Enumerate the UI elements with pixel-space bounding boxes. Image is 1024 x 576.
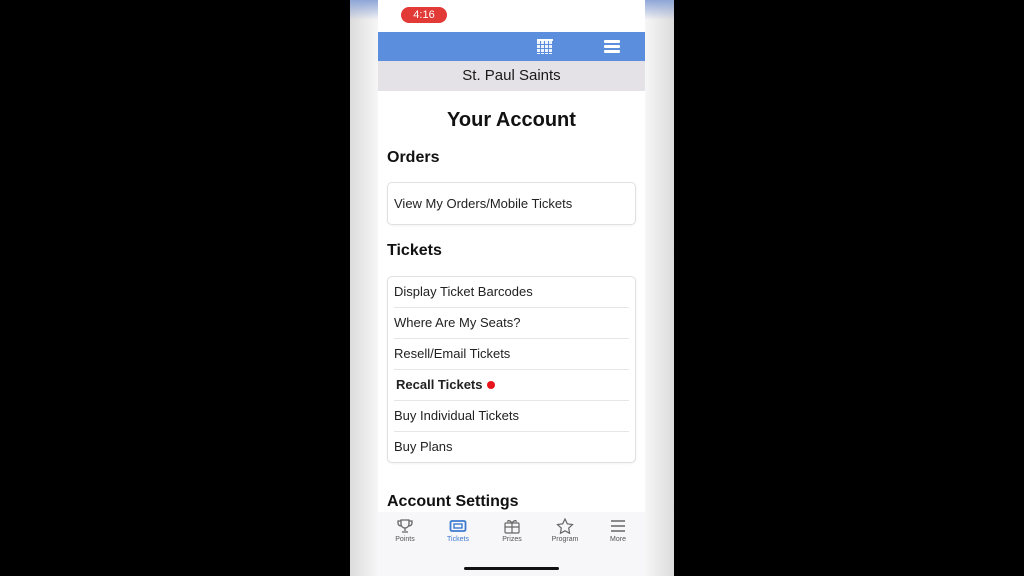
app-screen: 4:16 St. Paul Saints Your Account Orders… <box>378 0 645 576</box>
recall-tickets-link[interactable]: Recall Tickets <box>394 370 629 401</box>
gift-icon <box>504 520 520 534</box>
tab-prizes[interactable]: Prizes <box>487 518 537 543</box>
phone-frame: 4:16 St. Paul Saints Your Account Orders… <box>350 0 674 576</box>
orders-section-title: Orders <box>387 149 440 166</box>
home-indicator[interactable] <box>464 567 559 570</box>
page-title: Your Account <box>447 109 576 131</box>
top-nav-bar <box>378 32 645 61</box>
tab-program[interactable]: Program <box>540 518 590 543</box>
calendar-icon[interactable] <box>537 39 553 54</box>
team-name: St. Paul Saints <box>378 61 645 91</box>
tab-more[interactable]: More <box>593 518 643 543</box>
trophy-icon <box>397 519 413 533</box>
buy-plans-link[interactable]: Buy Plans <box>394 432 629 462</box>
tab-points[interactable]: Points <box>380 518 430 543</box>
notification-dot-icon <box>487 381 496 389</box>
hamburger-menu-icon[interactable] <box>604 40 620 53</box>
account-settings-section-title: Account Settings <box>387 493 519 510</box>
background-blur-right <box>645 0 674 576</box>
tickets-menu: Display Ticket Barcodes Where Are My Sea… <box>387 276 636 463</box>
view-orders-link[interactable]: View My Orders/Mobile Tickets <box>387 182 636 225</box>
ticket-icon <box>449 520 467 532</box>
background-blur-left <box>350 0 378 576</box>
where-are-my-seats-link[interactable]: Where Are My Seats? <box>394 308 629 339</box>
tab-tickets[interactable]: Tickets <box>433 518 483 543</box>
display-ticket-barcodes-link[interactable]: Display Ticket Barcodes <box>394 277 629 308</box>
buy-individual-tickets-link[interactable]: Buy Individual Tickets <box>394 401 629 432</box>
tickets-section-title: Tickets <box>387 242 442 259</box>
star-icon <box>556 518 574 534</box>
status-bar: 4:16 <box>378 0 645 32</box>
resell-email-tickets-link[interactable]: Resell/Email Tickets <box>394 339 629 370</box>
status-time: 4:16 <box>401 7 447 23</box>
more-menu-icon <box>611 520 625 532</box>
